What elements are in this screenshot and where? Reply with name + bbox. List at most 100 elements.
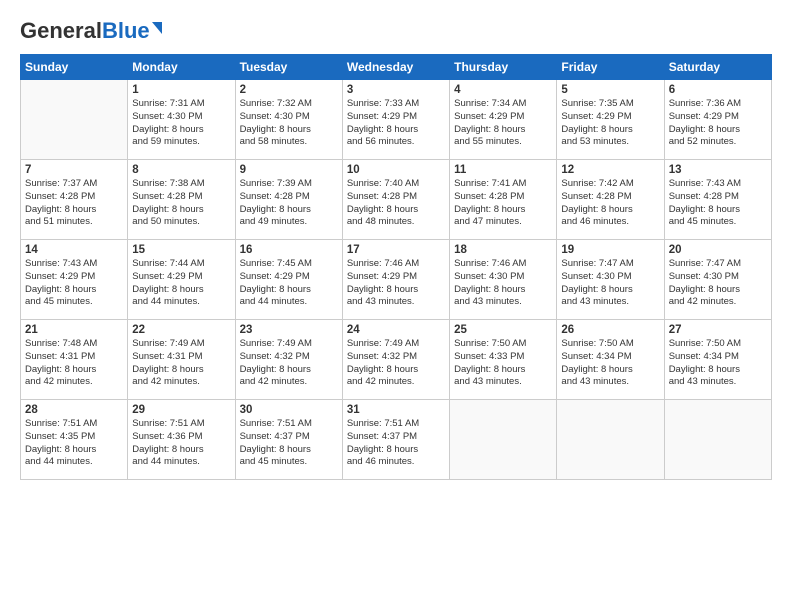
calendar-header-monday: Monday [128,55,235,80]
day-info: Sunrise: 7:50 AM Sunset: 4:34 PM Dayligh… [561,338,659,389]
day-number: 17 [347,244,445,256]
calendar-cell: 3 Sunrise: 7:33 AM Sunset: 4:29 PM Daylig… [342,80,449,160]
day-info: Sunrise: 7:35 AM Sunset: 4:29 PM Dayligh… [561,98,659,149]
calendar-cell: 29 Sunrise: 7:51 AM Sunset: 4:36 PM Dayli… [128,400,235,480]
day-number: 28 [25,404,123,416]
day-number: 18 [454,244,552,256]
calendar-cell: 31 Sunrise: 7:51 AM Sunset: 4:37 PM Dayli… [342,400,449,480]
day-number: 13 [669,164,767,176]
day-info: Sunrise: 7:43 AM Sunset: 4:28 PM Dayligh… [669,178,767,229]
calendar-cell: 4 Sunrise: 7:34 AM Sunset: 4:29 PM Daylig… [450,80,557,160]
logo-general: General [20,18,102,44]
day-number: 6 [669,84,767,96]
day-info: Sunrise: 7:45 AM Sunset: 4:29 PM Dayligh… [240,258,338,309]
day-info: Sunrise: 7:47 AM Sunset: 4:30 PM Dayligh… [669,258,767,309]
day-number: 16 [240,244,338,256]
day-info: Sunrise: 7:43 AM Sunset: 4:29 PM Dayligh… [25,258,123,309]
calendar-cell: 26 Sunrise: 7:50 AM Sunset: 4:34 PM Dayli… [557,320,664,400]
calendar-cell: 30 Sunrise: 7:51 AM Sunset: 4:37 PM Dayli… [235,400,342,480]
logo-blue: Blue [102,18,150,44]
calendar-cell [664,400,771,480]
day-number: 25 [454,324,552,336]
calendar-cell: 16 Sunrise: 7:45 AM Sunset: 4:29 PM Dayli… [235,240,342,320]
day-number: 24 [347,324,445,336]
day-info: Sunrise: 7:44 AM Sunset: 4:29 PM Dayligh… [132,258,230,309]
calendar-cell: 20Sunrise: 7:47 AM Sunset: 4:30 PM Dayli… [664,240,771,320]
calendar-header-friday: Friday [557,55,664,80]
day-number: 23 [240,324,338,336]
calendar-cell: 1Sunrise: 7:31 AM Sunset: 4:30 PM Daylig… [128,80,235,160]
day-number: 26 [561,324,659,336]
day-info: Sunrise: 7:34 AM Sunset: 4:29 PM Dayligh… [454,98,552,149]
calendar-header-saturday: Saturday [664,55,771,80]
header: General Blue [20,18,772,44]
page: General Blue SundayMondayTuesdayWednesda… [0,0,792,612]
calendar-cell [557,400,664,480]
calendar-cell: 28 Sunrise: 7:51 AM Sunset: 4:35 PM Dayli… [21,400,128,480]
day-info: Sunrise: 7:49 AM Sunset: 4:32 PM Dayligh… [347,338,445,389]
day-info: Sunrise: 7:47 AM Sunset: 4:30 PM Dayligh… [561,258,659,309]
day-number: 22 [132,324,230,336]
day-number: 19 [561,244,659,256]
calendar-header-tuesday: Tuesday [235,55,342,80]
day-number: 3 [347,84,445,96]
calendar-cell: 15 Sunrise: 7:44 AM Sunset: 4:29 PM Dayli… [128,240,235,320]
day-number: 5 [561,84,659,96]
calendar-cell: 13 Sunrise: 7:43 AM Sunset: 4:28 PM Dayli… [664,160,771,240]
day-info: Sunrise: 7:42 AM Sunset: 4:28 PM Dayligh… [561,178,659,229]
day-number: 9 [240,164,338,176]
day-info: Sunrise: 7:48 AM Sunset: 4:31 PM Dayligh… [25,338,123,389]
calendar-cell: 18 Sunrise: 7:46 AM Sunset: 4:30 PM Dayli… [450,240,557,320]
calendar-cell: 17Sunrise: 7:46 AM Sunset: 4:29 PM Dayli… [342,240,449,320]
day-number: 14 [25,244,123,256]
calendar-cell: 7Sunrise: 7:37 AM Sunset: 4:28 PM Daylig… [21,160,128,240]
day-number: 31 [347,404,445,416]
day-info: Sunrise: 7:51 AM Sunset: 4:37 PM Dayligh… [240,418,338,469]
day-number: 29 [132,404,230,416]
day-info: Sunrise: 7:49 AM Sunset: 4:31 PM Dayligh… [132,338,230,389]
calendar-cell: 23 Sunrise: 7:49 AM Sunset: 4:32 PM Dayli… [235,320,342,400]
day-info: Sunrise: 7:32 AM Sunset: 4:30 PM Dayligh… [240,98,338,149]
day-number: 11 [454,164,552,176]
calendar-cell: 27Sunrise: 7:50 AM Sunset: 4:34 PM Dayli… [664,320,771,400]
calendar-table: SundayMondayTuesdayWednesdayThursdayFrid… [20,54,772,480]
day-info: Sunrise: 7:50 AM Sunset: 4:34 PM Dayligh… [669,338,767,389]
calendar-week-4: 21Sunrise: 7:48 AM Sunset: 4:31 PM Dayli… [21,320,772,400]
day-info: Sunrise: 7:49 AM Sunset: 4:32 PM Dayligh… [240,338,338,389]
day-info: Sunrise: 7:46 AM Sunset: 4:30 PM Dayligh… [454,258,552,309]
day-number: 4 [454,84,552,96]
day-number: 10 [347,164,445,176]
calendar-cell: 19 Sunrise: 7:47 AM Sunset: 4:30 PM Dayli… [557,240,664,320]
calendar-cell: 12 Sunrise: 7:42 AM Sunset: 4:28 PM Dayli… [557,160,664,240]
calendar-cell: 25Sunrise: 7:50 AM Sunset: 4:33 PM Dayli… [450,320,557,400]
day-number: 7 [25,164,123,176]
day-number: 12 [561,164,659,176]
day-number: 15 [132,244,230,256]
day-info: Sunrise: 7:51 AM Sunset: 4:37 PM Dayligh… [347,418,445,469]
calendar-cell: 5 Sunrise: 7:35 AM Sunset: 4:29 PM Daylig… [557,80,664,160]
calendar-cell [21,80,128,160]
day-info: Sunrise: 7:51 AM Sunset: 4:35 PM Dayligh… [25,418,123,469]
logo: General Blue [20,18,162,44]
calendar-cell: 2Sunrise: 7:32 AM Sunset: 4:30 PM Daylig… [235,80,342,160]
day-info: Sunrise: 7:51 AM Sunset: 4:36 PM Dayligh… [132,418,230,469]
calendar-cell: 8Sunrise: 7:38 AM Sunset: 4:28 PM Daylig… [128,160,235,240]
day-info: Sunrise: 7:39 AM Sunset: 4:28 PM Dayligh… [240,178,338,229]
calendar-cell: 21Sunrise: 7:48 AM Sunset: 4:31 PM Dayli… [21,320,128,400]
day-info: Sunrise: 7:41 AM Sunset: 4:28 PM Dayligh… [454,178,552,229]
day-info: Sunrise: 7:38 AM Sunset: 4:28 PM Dayligh… [132,178,230,229]
calendar-cell: 11 Sunrise: 7:41 AM Sunset: 4:28 PM Dayli… [450,160,557,240]
day-info: Sunrise: 7:31 AM Sunset: 4:30 PM Dayligh… [132,98,230,149]
day-number: 30 [240,404,338,416]
calendar-header-wednesday: Wednesday [342,55,449,80]
calendar-header-sunday: Sunday [21,55,128,80]
calendar-week-1: 1Sunrise: 7:31 AM Sunset: 4:30 PM Daylig… [21,80,772,160]
logo-icon [152,22,162,34]
calendar-header-row: SundayMondayTuesdayWednesdayThursdayFrid… [21,55,772,80]
calendar-week-2: 7Sunrise: 7:37 AM Sunset: 4:28 PM Daylig… [21,160,772,240]
day-info: Sunrise: 7:33 AM Sunset: 4:29 PM Dayligh… [347,98,445,149]
calendar-cell: 14 Sunrise: 7:43 AM Sunset: 4:29 PM Dayli… [21,240,128,320]
calendar-cell: 24 Sunrise: 7:49 AM Sunset: 4:32 PM Dayli… [342,320,449,400]
day-info: Sunrise: 7:36 AM Sunset: 4:29 PM Dayligh… [669,98,767,149]
calendar-cell: 22 Sunrise: 7:49 AM Sunset: 4:31 PM Dayli… [128,320,235,400]
